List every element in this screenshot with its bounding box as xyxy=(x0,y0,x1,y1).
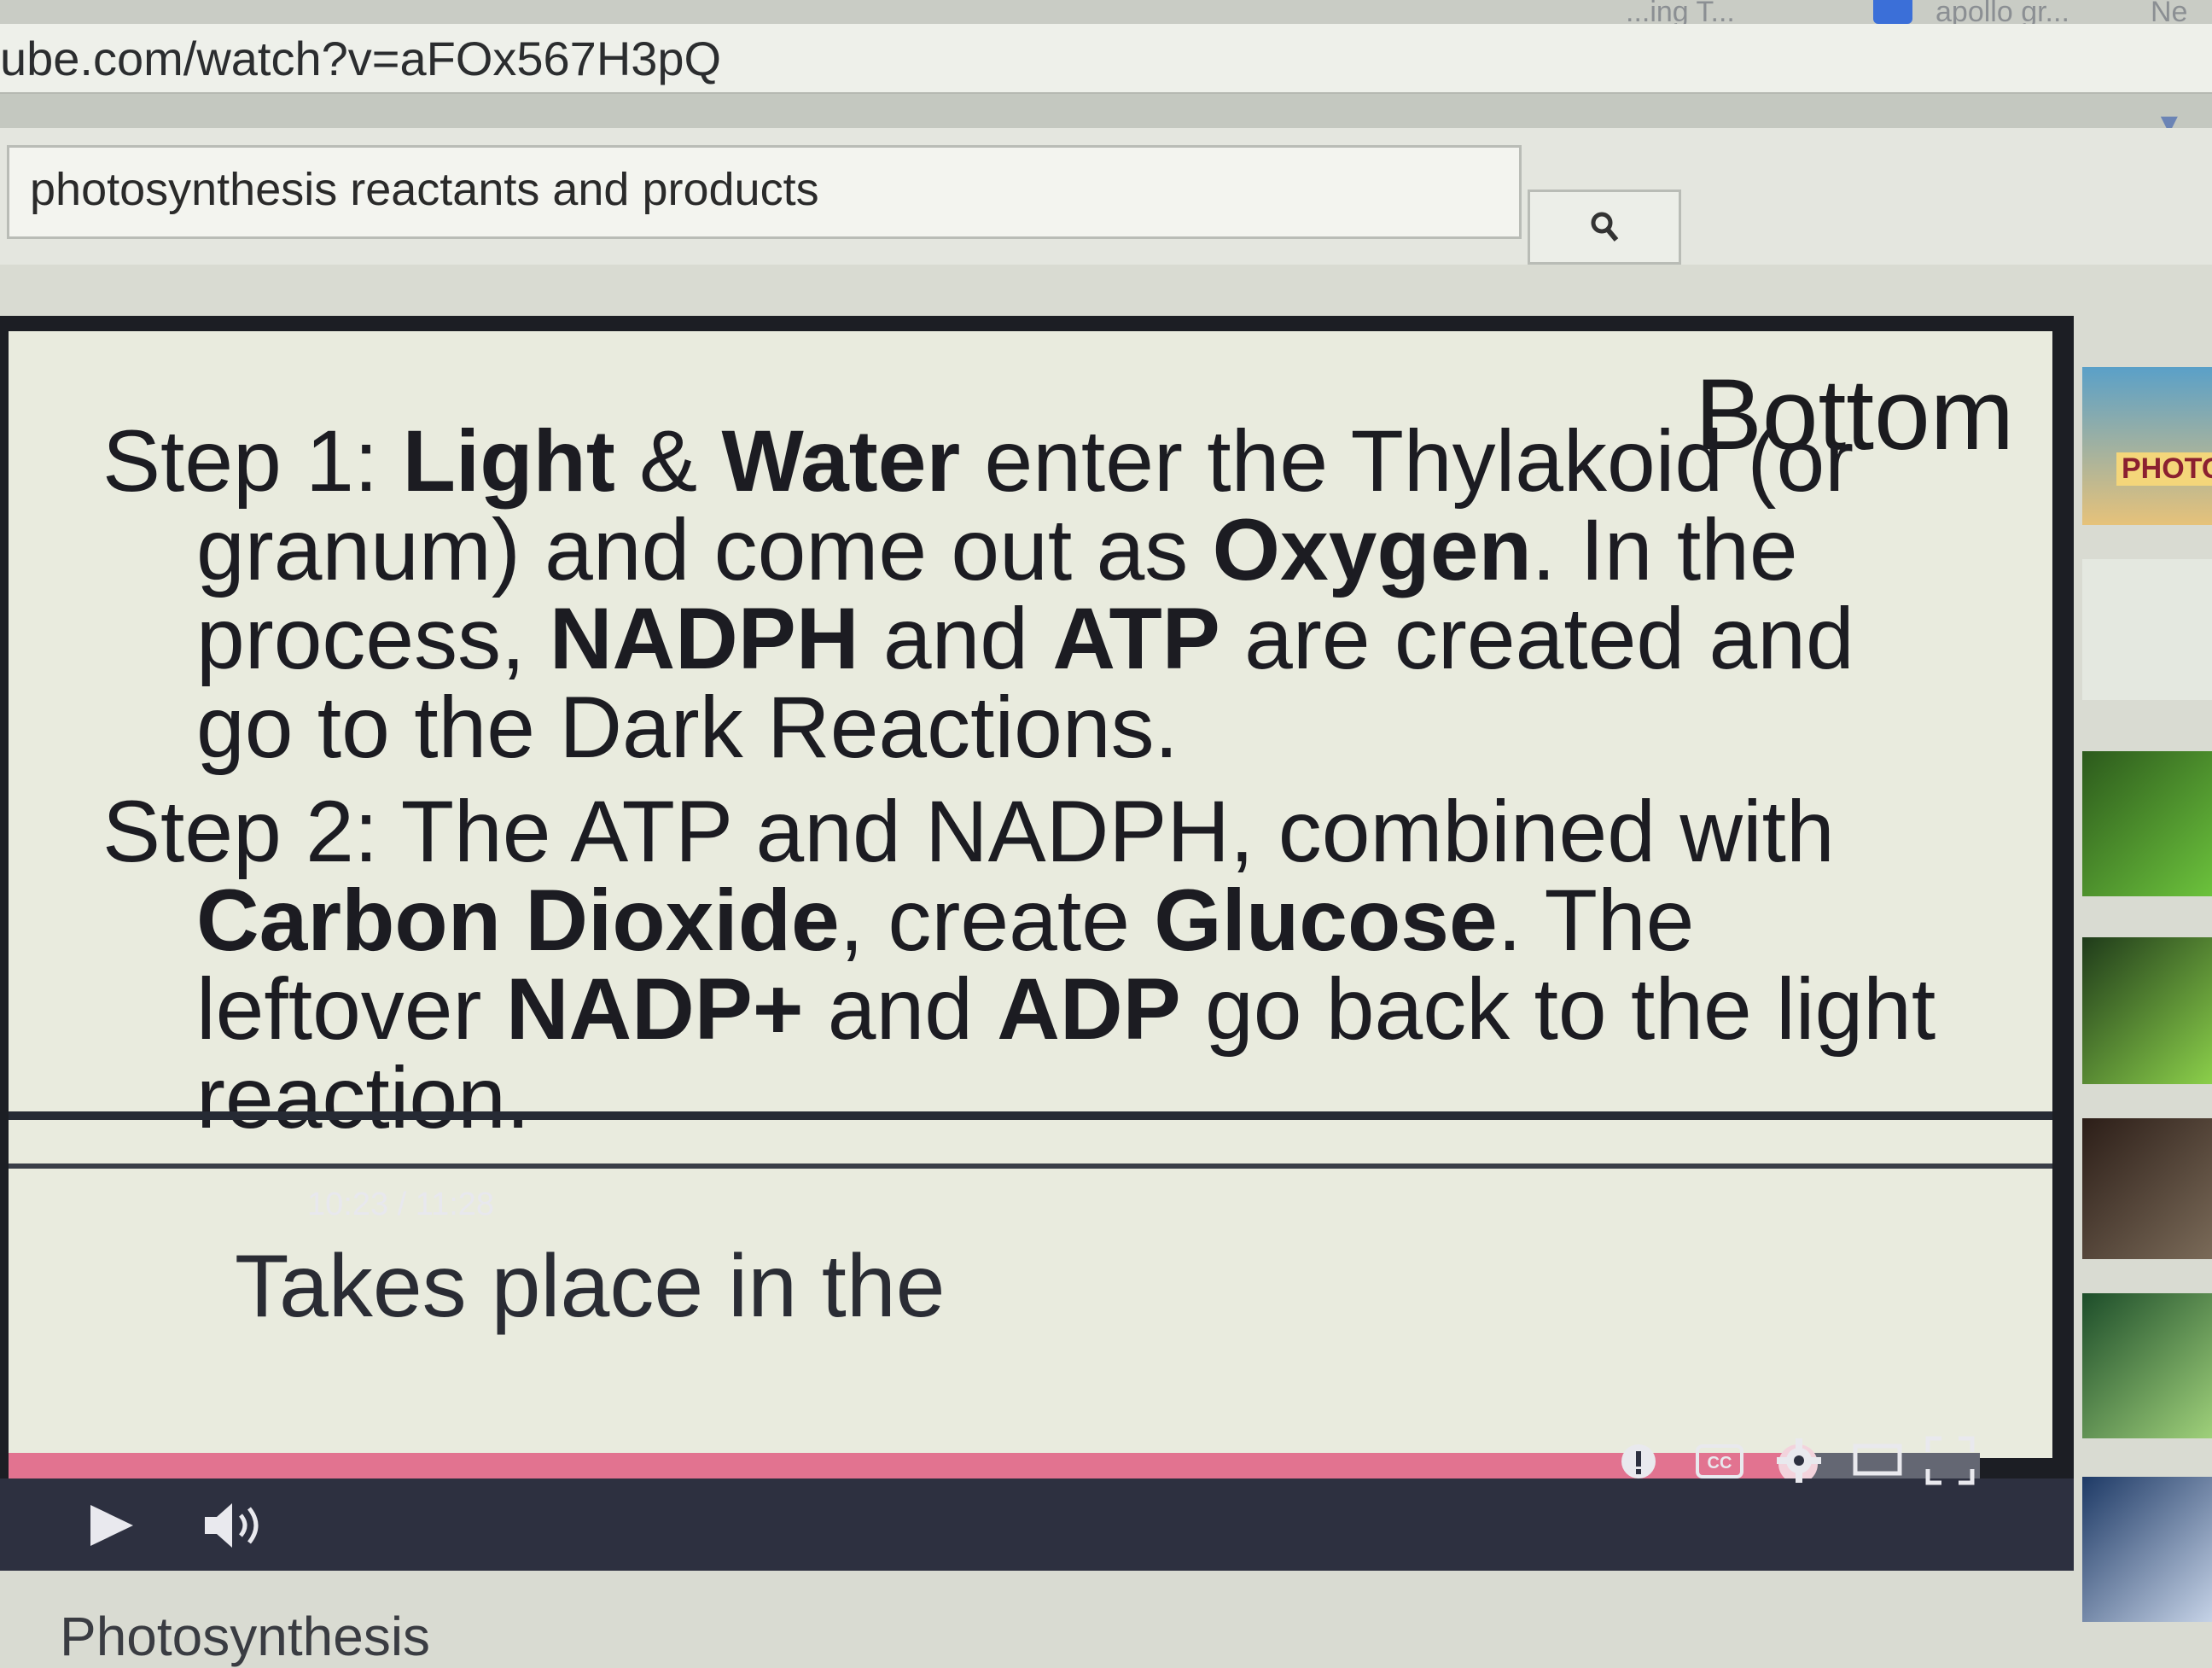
search-icon xyxy=(1591,212,1619,242)
search-input[interactable]: photosynthesis reactants and products xyxy=(7,145,1522,239)
video-title: Photosynthesis xyxy=(60,1606,431,1667)
video-frame: Bottom Step 1: Light & Water enter the T… xyxy=(9,331,2052,1458)
progress-fill xyxy=(9,1453,1799,1478)
slide-divider xyxy=(9,1111,2052,1120)
step-2-text: Step 2: The ATP and NADPH, combined with… xyxy=(102,783,1936,1146)
info-button[interactable] xyxy=(1613,1436,1664,1487)
captions-button[interactable]: CC xyxy=(1690,1436,1749,1487)
related-thumbnail[interactable]: PHOTO xyxy=(2082,367,2212,525)
related-thumbnail[interactable] xyxy=(2082,1118,2212,1259)
related-thumbnail[interactable] xyxy=(2082,559,2212,700)
thumbnail-label: PHOTO xyxy=(2116,452,2212,486)
control-bar: CC xyxy=(0,1436,2074,1571)
tab-3[interactable]: Ne xyxy=(2151,0,2212,24)
play-button[interactable] xyxy=(81,1496,141,1555)
related-thumbnail[interactable] xyxy=(2082,751,2212,896)
play-icon xyxy=(90,1505,133,1546)
related-thumbnail[interactable] xyxy=(2082,1477,2212,1622)
tab-1[interactable]: ...ing T... xyxy=(1626,0,1822,24)
settings-icon xyxy=(1777,1438,1821,1483)
tab-strip: ...ing T... apollo gr... Ne xyxy=(0,0,2212,24)
volume-button[interactable] xyxy=(201,1497,269,1554)
theater-icon xyxy=(1853,1443,1902,1476)
toolbar-band xyxy=(0,94,2212,128)
info-icon xyxy=(1621,1444,1656,1478)
search-button[interactable] xyxy=(1528,190,1681,265)
address-bar[interactable]: ube.com/watch?v=aFOx567H3pQ xyxy=(0,24,2212,95)
settings-button[interactable] xyxy=(1771,1432,1827,1489)
tab-favicon-icon xyxy=(1873,0,1912,24)
url-text[interactable]: ube.com/watch?v=aFOx567H3pQ xyxy=(0,31,721,86)
volume-icon xyxy=(205,1503,259,1548)
progress-bar[interactable] xyxy=(9,1444,1980,1484)
slide-body: Step 1: Light & Water enter the Thylakoi… xyxy=(102,417,1937,1142)
captions-icon: CC xyxy=(1696,1444,1743,1478)
video-player[interactable]: Bottom Step 1: Light & Water enter the T… xyxy=(0,316,2074,1571)
theater-button[interactable] xyxy=(1848,1434,1907,1485)
fullscreen-icon xyxy=(1925,1436,1975,1485)
slide-divider-thin xyxy=(9,1164,2052,1169)
related-thumbnail[interactable] xyxy=(2082,1293,2212,1438)
time-display: 10:23 / 11:28 xyxy=(307,1187,495,1222)
related-thumbnail[interactable] xyxy=(2082,937,2212,1084)
tab-2[interactable]: apollo gr... xyxy=(1936,0,2106,24)
svg-text:CC: CC xyxy=(1708,1454,1732,1473)
slide-footer-text: Takes place in the xyxy=(235,1237,946,1336)
step-1-text: Step 1: Light & Water enter the Thylakoi… xyxy=(102,412,1854,776)
related-sidebar: PHOTO xyxy=(2082,367,2212,1630)
fullscreen-button[interactable] xyxy=(1920,1432,1980,1489)
